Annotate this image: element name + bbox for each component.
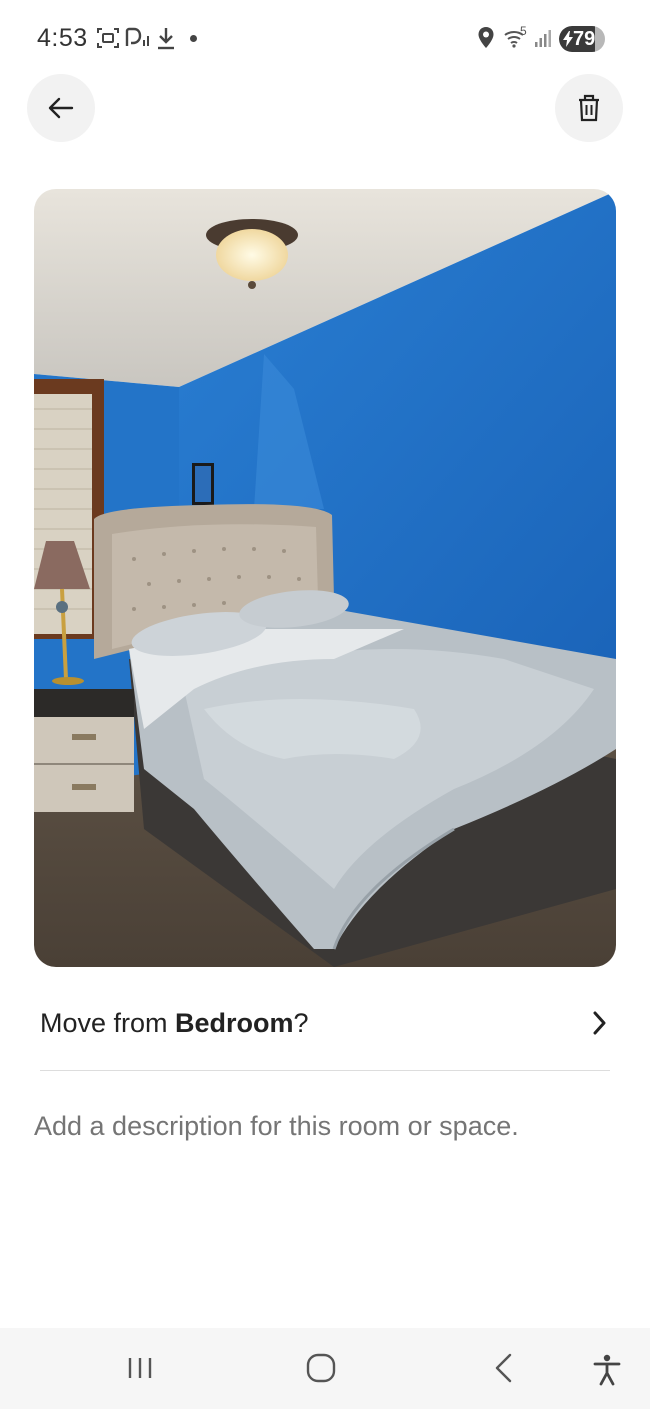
back-button[interactable] <box>27 74 95 142</box>
move-from-room-row[interactable]: Move from Bedroom? <box>40 1000 610 1052</box>
nfc-icon <box>124 26 150 55</box>
recent-apps-icon[interactable] <box>124 1352 156 1389</box>
battery-icon: 79 <box>559 26 605 52</box>
room-name: Bedroom <box>175 1008 294 1038</box>
status-bar: 4:53 5 79 <box>0 0 650 76</box>
delete-button[interactable] <box>555 74 623 142</box>
screenshot-icon <box>96 26 120 55</box>
screen: 4:53 5 79 Move from Bedroom? Add a descr… <box>0 0 650 1409</box>
notification-dot <box>190 35 197 42</box>
arrow-left-icon <box>48 97 74 119</box>
back-icon[interactable] <box>489 1352 521 1389</box>
status-time: 4:53 <box>37 24 88 52</box>
trash-icon <box>579 94 599 122</box>
move-from-label: Move from Bedroom? <box>40 1008 309 1038</box>
network-label: 5 <box>520 24 527 38</box>
battery-level: 79 <box>573 28 596 50</box>
signal-icon <box>534 26 554 55</box>
location-icon <box>477 26 495 55</box>
chevron-right-icon <box>590 1010 608 1041</box>
bedroom-photo[interactable] <box>34 189 616 967</box>
download-icon <box>156 26 176 55</box>
home-icon[interactable] <box>305 1352 337 1389</box>
accessibility-icon[interactable] <box>590 1352 624 1391</box>
description-input[interactable] <box>34 1106 614 1146</box>
divider <box>40 1070 610 1071</box>
navigation-bar <box>0 1328 650 1409</box>
